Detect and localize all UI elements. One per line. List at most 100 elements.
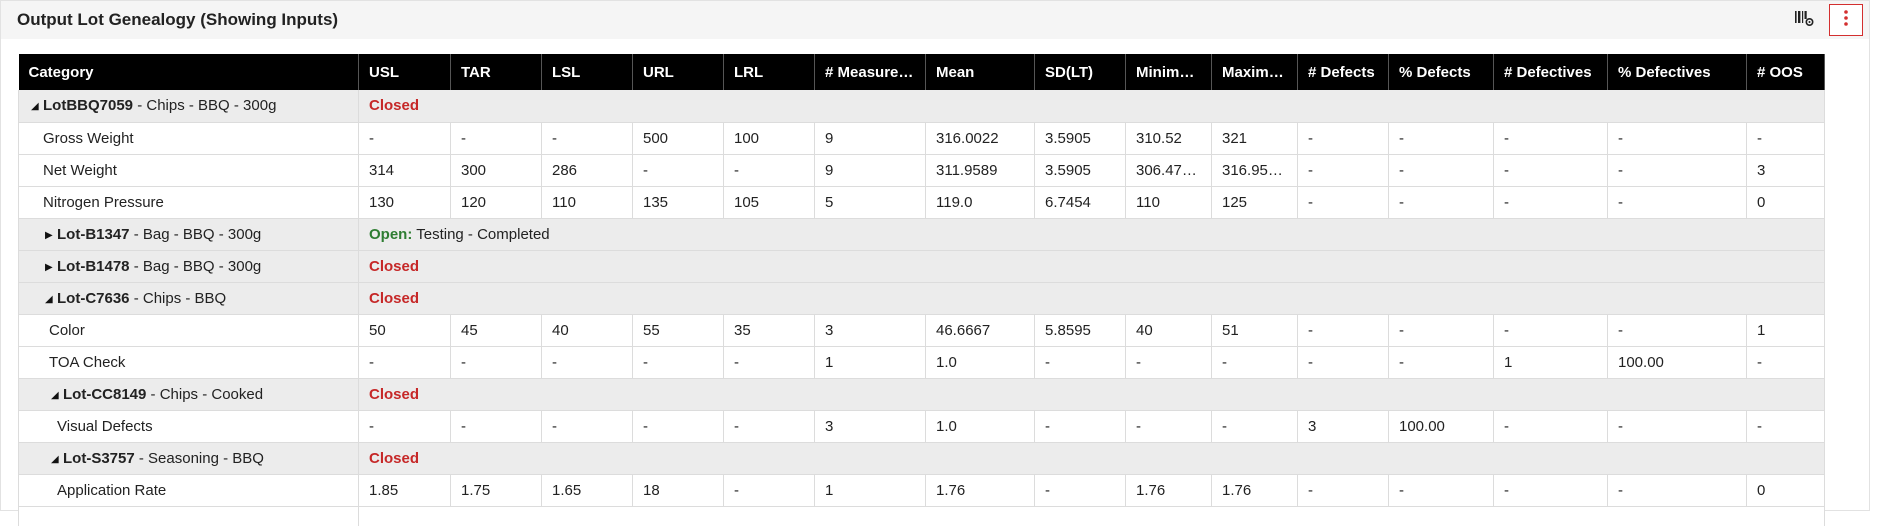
column-header[interactable]: SD(LT) (1034, 54, 1126, 90)
measurement-cell: 9 (814, 154, 926, 187)
lot-status-cell: Closed (358, 442, 1825, 475)
column-header[interactable]: Minimum (1125, 54, 1212, 90)
more-options-button[interactable] (1829, 4, 1863, 36)
lot-row[interactable]: ▶ Lot-B1478 - Bag - BBQ - 300g Closed (18, 250, 1825, 283)
column-header[interactable]: Maximum (1211, 54, 1298, 90)
measurement-cell: 51 (1211, 314, 1298, 347)
measurement-cell: 120 (450, 186, 542, 219)
lot-name: Lot-B1478 (57, 257, 130, 275)
measurement-cell: 130 (358, 186, 451, 219)
status-detail: Testing - Completed (412, 225, 550, 243)
lot-name: LotBBQ7059 (43, 97, 134, 115)
triangle-down-icon[interactable]: ◢ (31, 101, 43, 112)
measurement-cell: - (1297, 474, 1389, 507)
lot-cell[interactable]: ◢ Lot-CC8149 - Chips - Cooked (18, 378, 359, 411)
measurement-cell: - (450, 122, 542, 155)
measurement-cell: - (1388, 154, 1494, 187)
table-row: Nitrogen Pressure 130 120 110 135 105 5 119.0 6.… (18, 186, 1825, 219)
measurement-cell: - (1125, 346, 1212, 379)
triangle-down-icon[interactable]: ◢ (51, 454, 63, 465)
column-header[interactable]: TAR (450, 54, 542, 90)
table-row-partial (18, 506, 1825, 526)
triangle-down-icon[interactable]: ◢ (45, 294, 57, 305)
lot-cell[interactable]: ◢ Lot-S3757 - Seasoning - BBQ (18, 442, 359, 475)
measurement-cell: 40 (1125, 314, 1212, 347)
lot-name: Lot-B1347 (57, 225, 130, 243)
lot-row[interactable]: ◢ Lot-CC8149 - Chips - Cooked Closed (18, 378, 1825, 411)
column-header[interactable]: Mean (925, 54, 1035, 90)
measurement-cell: 1.76 (925, 474, 1035, 507)
triangle-right-icon[interactable]: ▶ (45, 262, 57, 273)
measurement-cell: - (1607, 186, 1747, 219)
measurement-cell: - (1746, 346, 1825, 379)
measurement-cell: 119.0 (925, 186, 1035, 219)
lot-cell[interactable]: ◢ Lot-C7636 - Chips - BBQ (18, 282, 359, 315)
measurement-cell: 1.75 (450, 474, 542, 507)
column-header[interactable]: LSL (541, 54, 633, 90)
measurement-cell: - (632, 410, 724, 443)
status-badge: Closed (369, 97, 420, 115)
status-badge: Closed (369, 257, 420, 275)
measurement-cell: 0 (1746, 186, 1825, 219)
column-header[interactable]: Category (18, 54, 359, 90)
measurement-cell: - (1746, 410, 1825, 443)
measurement-cell: - (358, 410, 451, 443)
column-header[interactable]: % Defects (1388, 54, 1494, 90)
measurement-cell: - (1388, 122, 1494, 155)
measurement-cell: - (1034, 410, 1126, 443)
measurement-cell: - (541, 122, 633, 155)
lot-name: Lot-C7636 (57, 289, 130, 307)
table-row: Application Rate 1.85 1.75 1.65 18-1 1.76-1.7… (18, 474, 1825, 507)
measurement-cell: - (1388, 314, 1494, 347)
lot-cell[interactable]: ▶ Lot-B1478 - Bag - BBQ - 300g (18, 250, 359, 283)
measurement-name: Nitrogen Pressure (18, 186, 359, 219)
measurement-cell: - (1607, 154, 1747, 187)
column-header[interactable]: # OOS (1746, 54, 1825, 90)
measurement-cell: - (723, 410, 815, 443)
measurement-cell: 3 (814, 410, 926, 443)
lot-cell[interactable]: ▶ Lot-B1347 - Bag - BBQ - 300g (18, 218, 359, 251)
genealogy-table-container: Category USL TAR LSL URL LRL # Measurem…… (18, 54, 1825, 526)
measurement-cell: - (1493, 186, 1608, 219)
panel-header: Output Lot Genealogy (Showing Inputs) (1, 1, 1869, 39)
table-row: TOA Check - - - - -1 1.0- - - - -1 100.00- (18, 346, 1825, 379)
measurement-cell: - (632, 346, 724, 379)
measurement-cell: - (1388, 474, 1494, 507)
measurement-cell: 6.7454 (1034, 186, 1126, 219)
lot-description: - Bag - BBQ - 300g (129, 225, 262, 243)
column-header[interactable]: # Measurem… (814, 54, 926, 90)
measurement-cell: 1 (814, 346, 926, 379)
measurement-cell: - (1607, 410, 1747, 443)
measurement-cell: - (1746, 122, 1825, 155)
measurement-cell: - (1607, 122, 1747, 155)
barcode-settings-button[interactable] (1787, 4, 1821, 36)
lot-row[interactable]: ▶ Lot-B1347 - Bag - BBQ - 300g Open: Test… (18, 218, 1825, 251)
column-header[interactable]: # Defectives (1493, 54, 1608, 90)
column-header[interactable]: LRL (723, 54, 815, 90)
measurement-cell: 45 (450, 314, 542, 347)
measurement-cell: 3 (1746, 154, 1825, 187)
measurement-cell: 100 (723, 122, 815, 155)
column-header[interactable]: # Defects (1297, 54, 1389, 90)
measurement-cell: - (723, 474, 815, 507)
lot-row[interactable]: ◢ Lot-S3757 - Seasoning - BBQ Closed (18, 442, 1825, 475)
column-header[interactable]: % Defectives (1607, 54, 1747, 90)
measurement-name: Visual Defects (18, 410, 359, 443)
lot-row[interactable]: ◢ Lot-C7636 - Chips - BBQ Closed (18, 282, 1825, 315)
measurement-name: TOA Check (18, 346, 359, 379)
triangle-down-icon[interactable]: ◢ (51, 390, 63, 401)
genealogy-table: Category USL TAR LSL URL LRL # Measurem…… (18, 54, 1825, 526)
column-header[interactable]: URL (632, 54, 724, 90)
lot-row[interactable]: ◢ LotBBQ7059 - Chips - BBQ - 300g Closed (18, 90, 1825, 123)
measurement-cell: - (1297, 346, 1389, 379)
measurement-cell: 311.9589 (925, 154, 1035, 187)
measurement-cell: 35 (723, 314, 815, 347)
table-row: Net Weight 314 300 286- -9 311.9589 3.5905 306.… (18, 154, 1825, 187)
lot-cell[interactable]: ◢ LotBBQ7059 - Chips - BBQ - 300g (18, 90, 359, 123)
measurement-cell: 110 (1125, 186, 1212, 219)
measurement-cell: 286 (541, 154, 633, 187)
measurement-cell: 1 (1493, 346, 1608, 379)
triangle-right-icon[interactable]: ▶ (45, 230, 57, 241)
column-header[interactable]: USL (358, 54, 451, 90)
lot-description: - Chips - BBQ (129, 289, 227, 307)
